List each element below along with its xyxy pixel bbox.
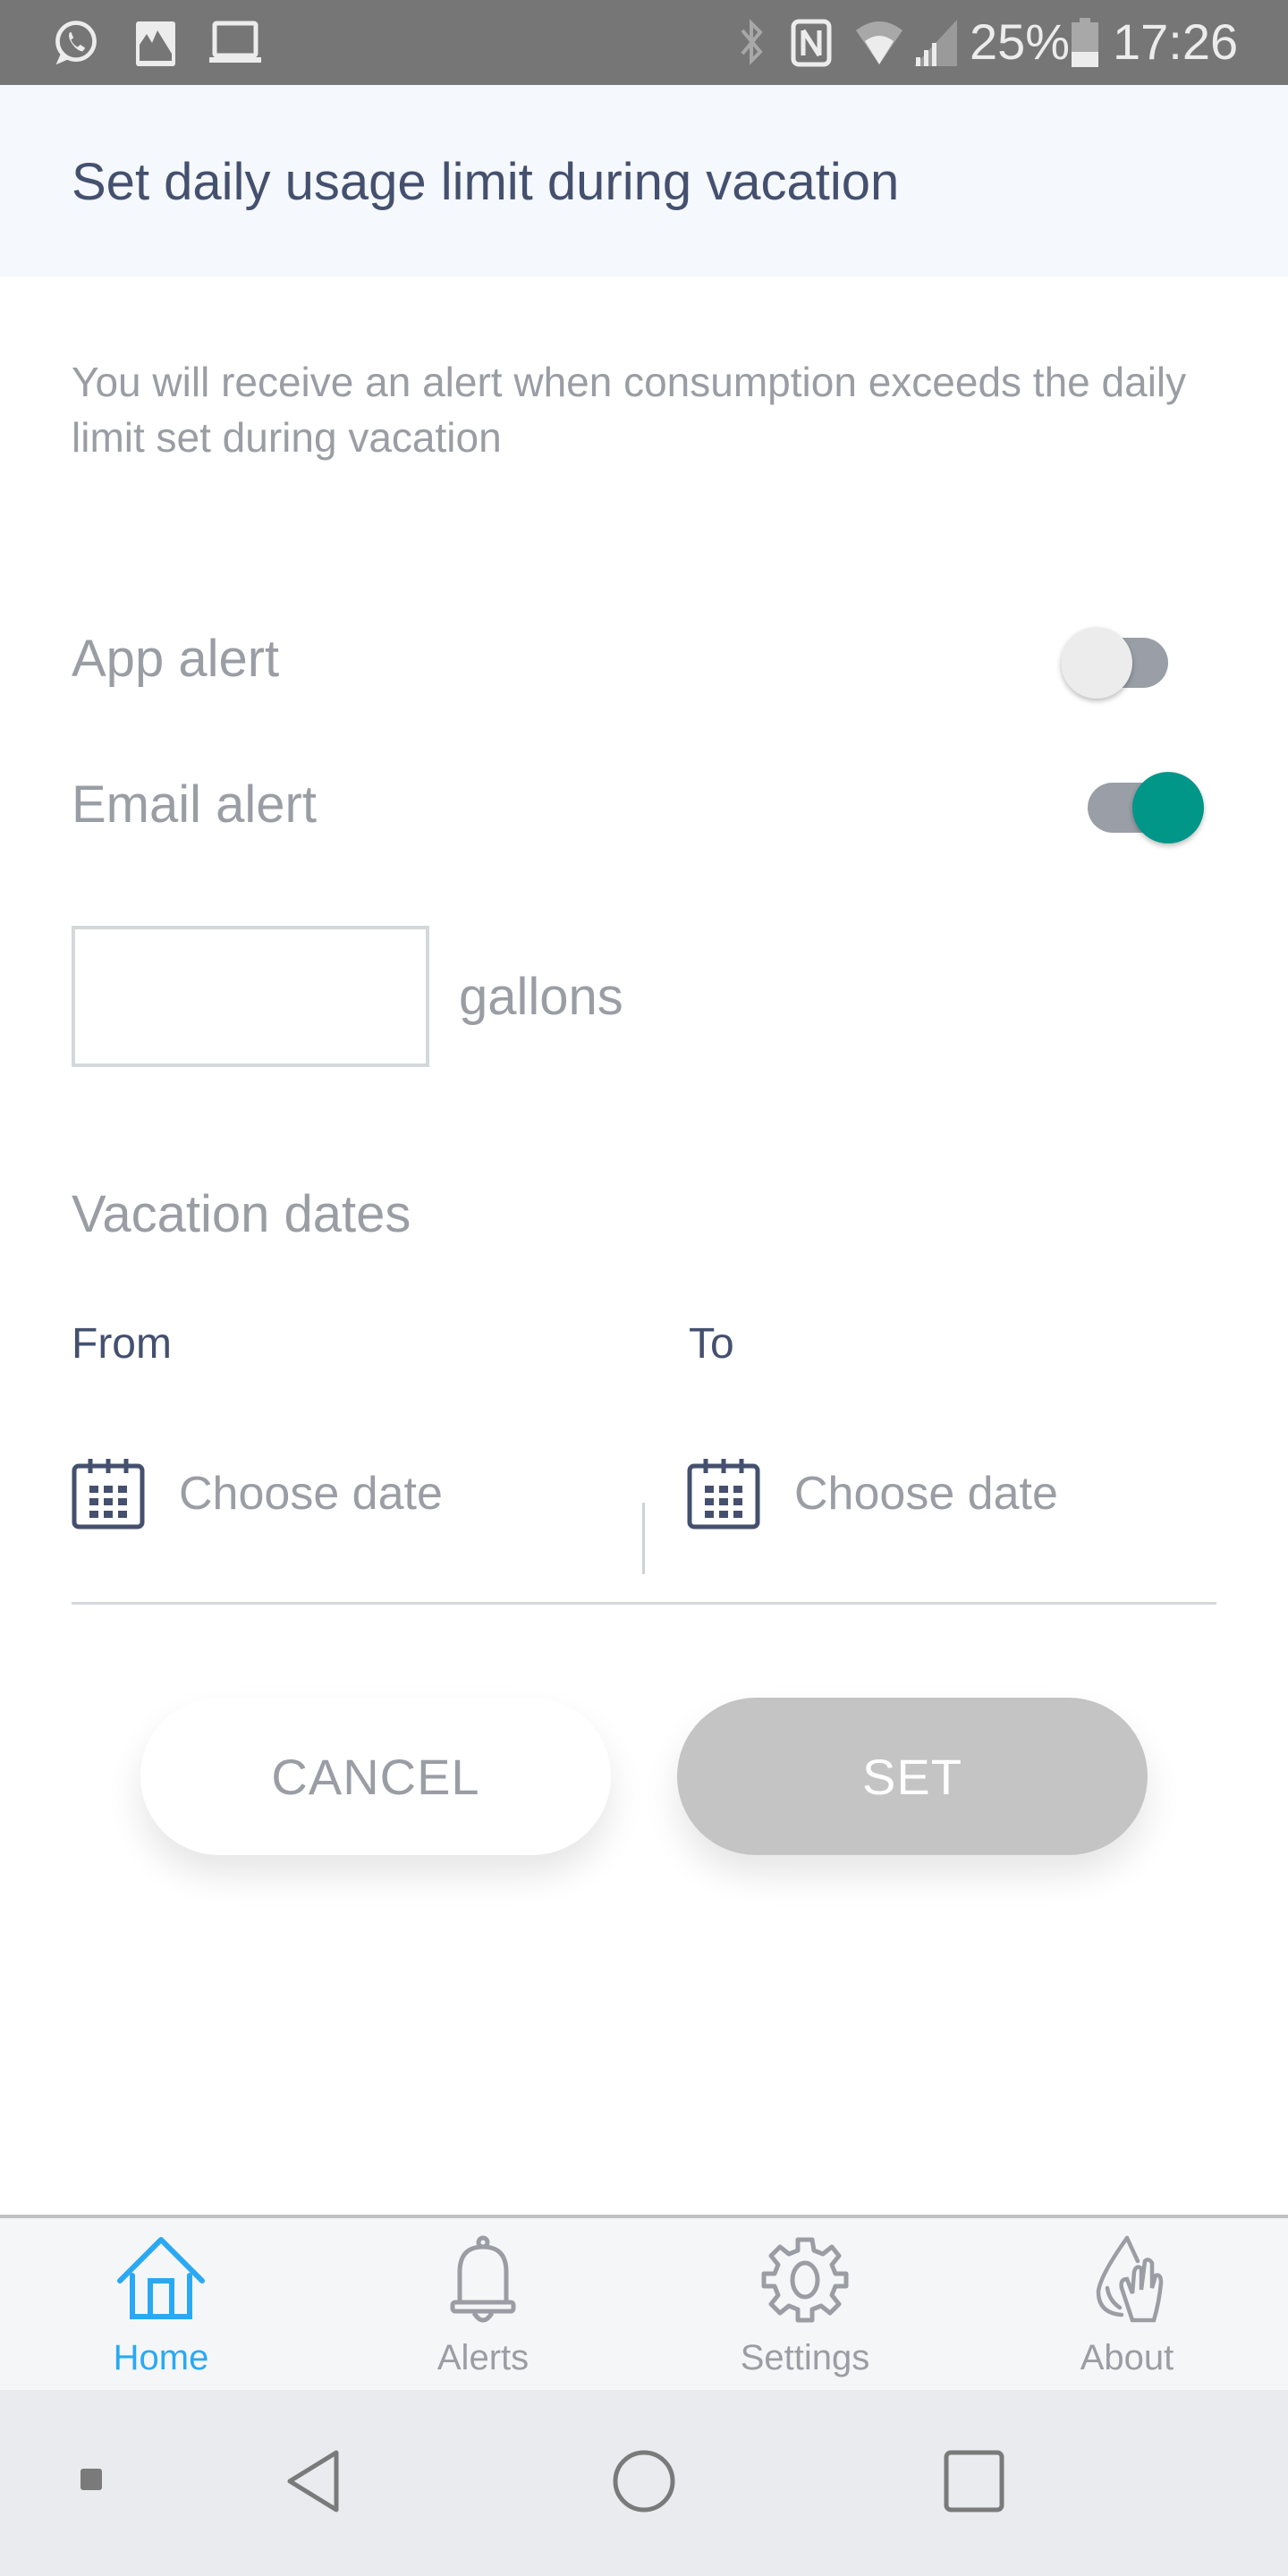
calendar-icon [687, 1459, 760, 1530]
home-circle-icon[interactable] [612, 2449, 676, 2513]
to-date-picker[interactable]: Choose date [687, 1449, 1058, 1538]
page-header: Set daily usage limit during vacation [0, 85, 1288, 277]
battery-percent: 25% [970, 13, 1071, 70]
nav-item-settings[interactable]: Settings [644, 2218, 966, 2394]
battery-icon [1072, 18, 1098, 67]
date-underline [72, 1602, 1216, 1605]
nav-label: About [1080, 2338, 1174, 2377]
nav-item-alerts[interactable]: Alerts [322, 2218, 644, 2394]
wifi-icon [856, 21, 902, 64]
from-date-picker[interactable]: Choose date [72, 1449, 443, 1538]
daily-limit-input[interactable] [72, 926, 429, 1067]
home-icon [117, 2237, 205, 2319]
nav-item-about[interactable]: About [966, 2218, 1288, 2394]
clock: 17:26 [1113, 13, 1239, 70]
from-label: From [72, 1320, 172, 1368]
page-title: Set daily usage limit during vacation [72, 153, 900, 211]
nav-label: Alerts [436, 2338, 530, 2377]
from-date-placeholder: Choose date [179, 1468, 443, 1520]
whatsapp-icon [55, 21, 97, 65]
description-text: You will receive an alert when consumpti… [72, 359, 1187, 461]
dot-icon[interactable] [80, 2469, 102, 2490]
nav-label: Settings [740, 2338, 870, 2377]
laptop-icon [209, 21, 261, 63]
app-alert-toggle[interactable] [1052, 617, 1177, 699]
bell-icon [450, 2235, 516, 2323]
recents-icon[interactable] [943, 2449, 1005, 2513]
app-alert-label: App alert [72, 630, 280, 688]
bluetooth-icon [741, 19, 763, 65]
toggle-knob [1061, 627, 1132, 699]
set-button[interactable]: SET [677, 1698, 1148, 1855]
nfc-icon [791, 19, 832, 67]
to-label: To [689, 1320, 734, 1368]
gallery-icon [136, 21, 175, 66]
nav-item-home[interactable]: Home [0, 2218, 322, 2394]
system-navigation-bar [0, 2390, 1288, 2576]
gear-icon [761, 2237, 849, 2323]
calendar-icon [72, 1459, 145, 1530]
vacation-dates-title: Vacation dates [72, 1185, 411, 1243]
to-date-placeholder: Choose date [794, 1468, 1058, 1520]
email-alert-toggle[interactable] [1079, 762, 1204, 843]
signal-icon [914, 20, 957, 66]
email-alert-label: Email alert [72, 775, 317, 834]
cancel-button[interactable]: CANCEL [140, 1698, 611, 1855]
unit-label: gallons [459, 968, 623, 1026]
toggle-knob [1132, 772, 1204, 843]
back-icon[interactable] [284, 2449, 343, 2513]
date-divider [642, 1503, 645, 1574]
bottom-navigation: Home Alerts Settings About [0, 2215, 1288, 2390]
water-hand-icon [1096, 2235, 1164, 2323]
status-bar: 25% 17:26 [0, 0, 1288, 85]
nav-label: Home [113, 2338, 209, 2377]
